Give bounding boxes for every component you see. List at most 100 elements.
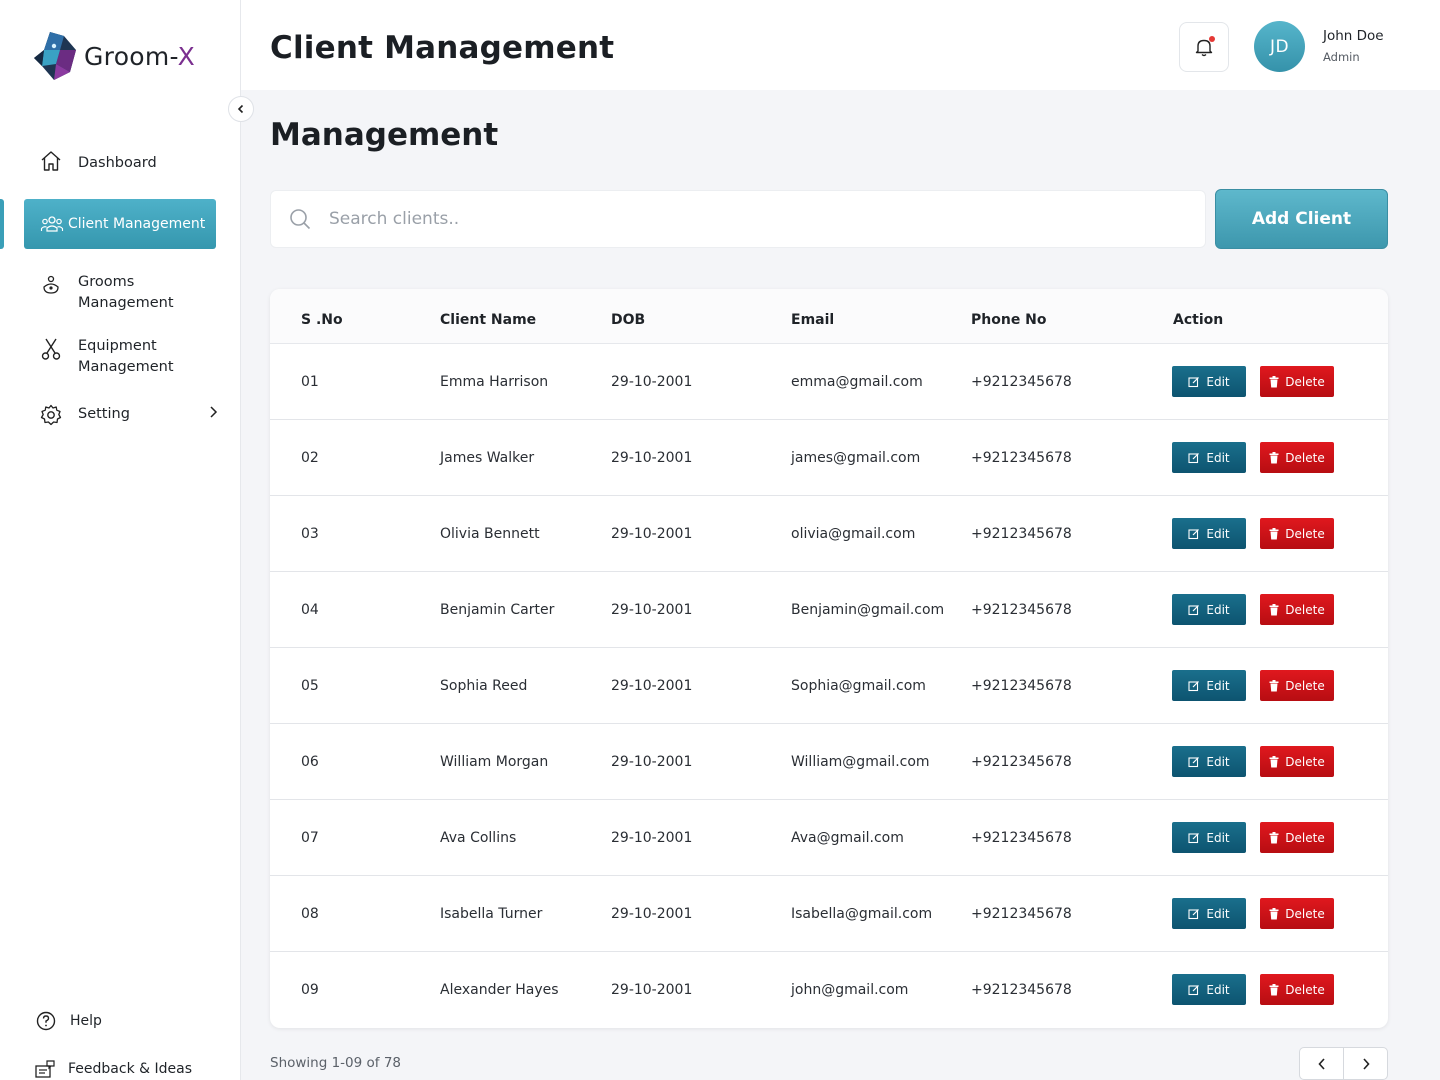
cell-sno: 05: [301, 678, 319, 694]
delete-label: Delete: [1285, 754, 1325, 769]
sidebar-item-label: Help: [70, 1013, 102, 1029]
help-icon: [36, 1010, 58, 1032]
trash-icon: [1269, 679, 1279, 691]
trash-icon: [1269, 451, 1279, 463]
previous-page-button[interactable]: [1300, 1048, 1343, 1079]
cell-client-name: Benjamin Carter: [440, 602, 555, 618]
edit-label: Edit: [1206, 678, 1230, 693]
cell-sno: 06: [301, 754, 319, 770]
table-row: 02 James Walker 29-10-2001 james@gmail.com +…: [270, 420, 1388, 496]
edit-icon: [1188, 832, 1200, 843]
edit-button[interactable]: Edit: [1172, 366, 1246, 397]
groom-icon: [38, 272, 64, 298]
sidebar-item-setting[interactable]: Setting: [38, 402, 218, 428]
delete-button[interactable]: Delete: [1260, 442, 1334, 473]
page-title: Client Management: [270, 30, 615, 66]
sidebar-item-label: Dashboard: [78, 155, 157, 171]
top-header: Client Management JD John Doe Admin: [241, 0, 1440, 90]
delete-button[interactable]: Delete: [1260, 594, 1334, 625]
sidebar-item-dashboard[interactable]: Dashboard: [38, 148, 157, 174]
trash-icon: [1269, 755, 1279, 767]
sidebar-collapse-button[interactable]: [228, 96, 254, 122]
delete-label: Delete: [1285, 526, 1325, 541]
table-header: S .No Client Name DOB Email Phone No Act…: [270, 289, 1388, 344]
column-header: Action: [1173, 312, 1224, 328]
edit-icon: [1188, 376, 1200, 387]
gear-icon: [38, 402, 64, 428]
delete-button[interactable]: Delete: [1260, 974, 1334, 1005]
clients-table: S .No Client Name DOB Email Phone No Act…: [270, 289, 1388, 1028]
table-row: 06 William Morgan 29-10-2001 William@gmail.…: [270, 724, 1388, 800]
chevron-right-icon: [1362, 1057, 1370, 1070]
sidebar-item-client-management[interactable]: Client Management: [24, 199, 216, 249]
sidebar-item-help[interactable]: Help: [36, 1010, 102, 1032]
pagination: [1299, 1047, 1388, 1080]
scissors-icon: [38, 336, 64, 362]
cell-client-name: Olivia Bennett: [440, 526, 540, 542]
delete-button[interactable]: Delete: [1260, 518, 1334, 549]
search-icon: [289, 207, 313, 231]
cell-dob: 29-10-2001: [611, 602, 693, 618]
users-icon: [40, 212, 64, 236]
delete-button[interactable]: Delete: [1260, 746, 1334, 777]
cell-sno: 07: [301, 830, 319, 846]
cell-client-name: Emma Harrison: [440, 374, 549, 390]
sidebar-item-feedback[interactable]: Feedback & Ideas: [34, 1058, 192, 1080]
cell-client-name: Ava Collins: [440, 830, 517, 846]
edit-button[interactable]: Edit: [1172, 518, 1246, 549]
sidebar-item-label: Setting: [78, 406, 130, 422]
table-row: 05 Sophia Reed 29-10-2001 Sophia@gmail.com +…: [270, 648, 1388, 724]
cell-dob: 29-10-2001: [611, 906, 693, 922]
delete-button[interactable]: Delete: [1260, 898, 1334, 929]
delete-label: Delete: [1285, 374, 1325, 389]
delete-button[interactable]: Delete: [1260, 822, 1334, 853]
edit-button[interactable]: Edit: [1172, 746, 1246, 777]
edit-button[interactable]: Edit: [1172, 594, 1246, 625]
edit-icon: [1188, 680, 1200, 691]
column-header: S .No: [301, 312, 343, 328]
edit-button[interactable]: Edit: [1172, 974, 1246, 1005]
edit-label: Edit: [1206, 830, 1230, 845]
cell-client-name: Alexander Hayes: [440, 982, 559, 998]
trash-icon: [1269, 983, 1279, 995]
feedback-icon: [34, 1058, 56, 1080]
cell-phone: +9212345678: [971, 754, 1072, 770]
cell-phone: +9212345678: [971, 450, 1072, 466]
add-client-button[interactable]: Add Client: [1215, 189, 1388, 249]
logo[interactable]: Groom-X: [30, 28, 195, 84]
edit-label: Edit: [1206, 906, 1230, 921]
cell-phone: +9212345678: [971, 906, 1072, 922]
edit-icon: [1188, 984, 1200, 995]
notifications-button[interactable]: [1179, 22, 1229, 72]
table-row: 04 Benjamin Carter 29-10-2001 Benjamin@gmai…: [270, 572, 1388, 648]
column-header: Phone No: [971, 312, 1047, 328]
cell-sno: 04: [301, 602, 319, 618]
next-page-button[interactable]: [1343, 1048, 1387, 1079]
sidebar-item-grooms-management[interactable]: Grooms Management: [38, 272, 188, 314]
edit-button[interactable]: Edit: [1172, 670, 1246, 701]
avatar[interactable]: JD: [1254, 21, 1305, 72]
edit-button[interactable]: Edit: [1172, 442, 1246, 473]
cell-sno: 09: [301, 982, 319, 998]
edit-icon: [1188, 604, 1200, 615]
delete-button[interactable]: Delete: [1260, 366, 1334, 397]
cell-dob: 29-10-2001: [611, 526, 693, 542]
edit-label: Edit: [1206, 982, 1230, 997]
cell-email: William@gmail.com: [791, 754, 930, 770]
edit-button[interactable]: Edit: [1172, 822, 1246, 853]
cell-sno: 02: [301, 450, 319, 466]
edit-button[interactable]: Edit: [1172, 898, 1246, 929]
edit-label: Edit: [1206, 754, 1230, 769]
table-body: 01 Emma Harrison 29-10-2001 emma@gmail.com +…: [270, 344, 1388, 1028]
search-input[interactable]: [329, 209, 1149, 229]
table-row: 09 Alexander Hayes 29-10-2001 john@gmail.co…: [270, 952, 1388, 1028]
user-name: John Doe: [1323, 28, 1384, 44]
cell-client-name: William Morgan: [440, 754, 549, 770]
cell-phone: +9212345678: [971, 830, 1072, 846]
cell-email: james@gmail.com: [791, 450, 921, 466]
cell-client-name: Sophia Reed: [440, 678, 528, 694]
sidebar-item-equipment-management[interactable]: Equipment Management: [38, 336, 188, 378]
cell-sno: 03: [301, 526, 319, 542]
chevron-left-icon: [1317, 1057, 1325, 1070]
delete-button[interactable]: Delete: [1260, 670, 1334, 701]
